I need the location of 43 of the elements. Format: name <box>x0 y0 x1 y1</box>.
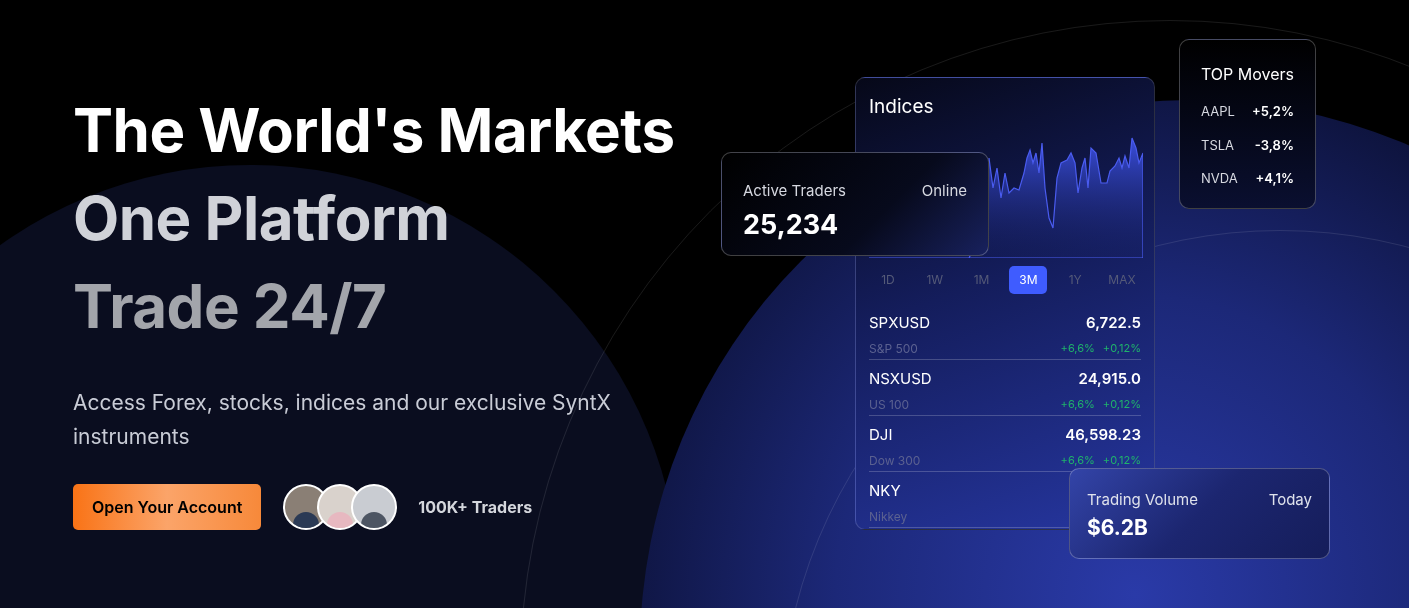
symbol-label: SPXUSD <box>869 311 931 334</box>
range-tab[interactable]: MAX <box>1103 265 1141 294</box>
headline-line: Trade 24/7 <box>73 269 388 344</box>
card-label: Active Traders <box>743 180 846 202</box>
ticker-label: TSLA <box>1201 135 1235 155</box>
price-value: 46,598.23 <box>1065 423 1141 446</box>
change-percent: +0,12% <box>1102 452 1141 469</box>
index-name: S&P 500 <box>869 340 918 358</box>
range-tab[interactable]: 1Y <box>1056 265 1095 294</box>
index-name: Dow 300 <box>869 452 921 470</box>
change-percent: +5,2% <box>1252 102 1294 121</box>
status-label: Online <box>921 180 967 202</box>
change-percent: -3,8% <box>1254 135 1294 155</box>
card-title: TOP Movers <box>1201 63 1294 86</box>
ticker-label: NVDA <box>1201 169 1238 188</box>
symbol-label: NKY <box>869 479 901 502</box>
range-tab[interactable]: 3M <box>1009 265 1048 294</box>
hero-subtitle: Access Forex, stocks, indices and our exclusive SyntX instruments <box>73 389 612 451</box>
price-value: 24,915.0 <box>1078 367 1141 390</box>
change-percent: +6,6% <box>1060 452 1095 469</box>
range-tab[interactable]: 1D <box>869 265 907 294</box>
symbol-label: NSXUSD <box>869 367 932 390</box>
card-label: Trading Volume <box>1087 489 1198 511</box>
index-name: Nikkey <box>869 508 908 526</box>
change-percent: +0,12% <box>1102 396 1141 413</box>
index-name: US 100 <box>869 396 910 414</box>
headline-line: One Platform <box>73 181 451 256</box>
period-label: Today <box>1268 489 1312 511</box>
symbol-label: DJI <box>869 423 893 446</box>
traders-count: 100K+ Traders <box>418 496 533 519</box>
change-percent: +6,6% <box>1060 340 1095 357</box>
card-title: Indices <box>869 94 935 120</box>
range-tab[interactable]: 1M <box>962 265 1001 294</box>
volume-value: $6.2B <box>1087 513 1149 542</box>
change-percent: +6,6% <box>1060 396 1095 413</box>
ticker-label: AAPL <box>1201 102 1235 121</box>
traders-value: 25,234 <box>743 206 840 243</box>
price-value: 6,722.5 <box>1086 311 1141 334</box>
range-tab[interactable]: 1W <box>915 265 954 294</box>
open-account-button[interactable]: Open Your Account <box>73 484 262 530</box>
change-percent: +0,12% <box>1102 340 1141 357</box>
change-percent: +4,1% <box>1255 169 1294 188</box>
headline-line: The World's Markets <box>73 93 675 168</box>
